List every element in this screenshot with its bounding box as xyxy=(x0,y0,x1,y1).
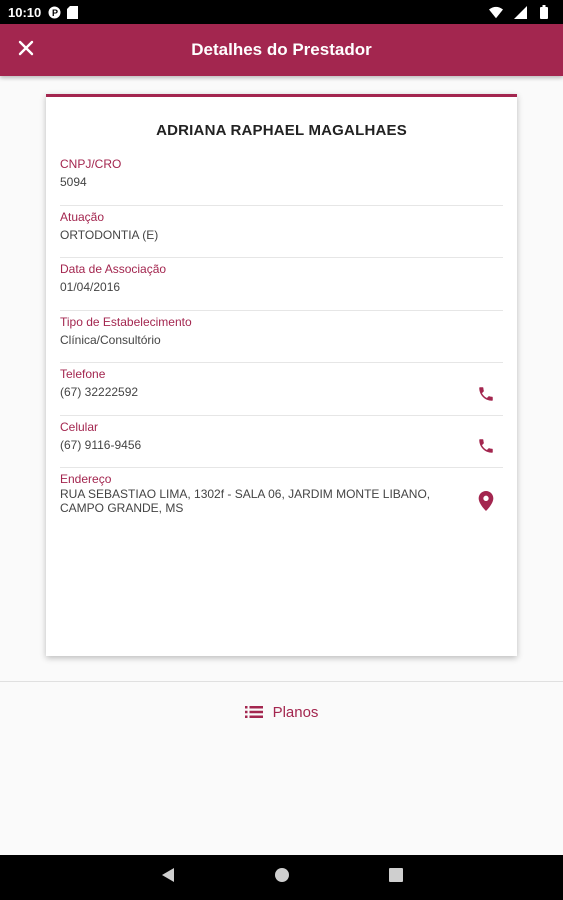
battery-icon xyxy=(537,5,551,19)
svg-text:P: P xyxy=(52,8,58,18)
field-value: Clínica/Consultório xyxy=(60,332,161,347)
field-value: RUA SEBASTIAO LIMA, 1302f - SALA 06, JAR… xyxy=(60,487,431,515)
field-value: (67) 32222592 xyxy=(60,385,139,399)
back-button[interactable] xyxy=(157,867,179,889)
field-tipo-estabelecimento: Tipo de Estabelecimento Clínica/Consultó… xyxy=(60,311,503,363)
provider-name: ADRIANA RAPHAEL MAGALHAES xyxy=(156,122,407,139)
system-nav-bar xyxy=(0,855,563,900)
phone-icon xyxy=(477,385,495,408)
signal-icon xyxy=(513,5,527,19)
field-label: Data de Associação xyxy=(60,262,167,276)
notification-p-icon: P xyxy=(47,5,61,19)
recents-square-icon xyxy=(388,868,403,887)
phone-icon xyxy=(477,437,495,460)
call-telefone-button[interactable] xyxy=(473,383,499,409)
field-label: Endereço xyxy=(60,472,112,486)
list-icon xyxy=(244,705,263,719)
home-button[interactable] xyxy=(271,867,293,889)
field-label: Atuação xyxy=(60,209,105,224)
planos-label: Planos xyxy=(272,703,319,721)
app-bar: Detalhes do Prestador xyxy=(0,24,563,76)
field-celular: Celular (67) 9116-9456 xyxy=(60,416,503,468)
divider xyxy=(0,681,563,682)
page-title: Detalhes do Prestador xyxy=(191,40,372,59)
field-atuacao: Atuação ORTODONTIA (E) xyxy=(60,206,503,258)
status-bar: 10:10 P xyxy=(0,0,563,24)
field-value: 01/04/2016 xyxy=(60,280,121,294)
recents-button[interactable] xyxy=(385,867,407,889)
field-telefone: Telefone (67) 32222592 xyxy=(60,363,503,416)
status-time: 10:10 xyxy=(8,4,42,20)
field-label: CNPJ/CRO xyxy=(60,157,122,171)
field-label: Telefone xyxy=(60,367,106,381)
field-value: 5094 xyxy=(60,175,87,189)
sd-card-icon xyxy=(65,5,79,19)
close-button[interactable] xyxy=(0,24,52,76)
close-icon xyxy=(18,40,34,61)
field-endereco: Endereço RUA SEBASTIAO LIMA, 1302f - SAL… xyxy=(60,468,503,515)
field-value: (67) 9116-9456 xyxy=(60,437,142,452)
call-celular-button[interactable] xyxy=(473,436,499,462)
location-pin-icon xyxy=(478,490,494,516)
provider-card: ADRIANA RAPHAEL MAGALHAES CNPJ/CRO 5094 … xyxy=(46,94,517,656)
field-label: Tipo de Estabelecimento xyxy=(60,314,192,329)
field-data-associacao: Data de Associação 01/04/2016 xyxy=(60,258,503,311)
field-value: ORTODONTIA (E) xyxy=(60,227,159,242)
planos-button[interactable]: Planos xyxy=(0,698,563,726)
back-triangle-icon xyxy=(161,867,175,888)
field-label: Celular xyxy=(60,419,99,434)
open-map-button[interactable] xyxy=(473,490,499,516)
provider-fields: CNPJ/CRO 5094 Atuação ORTODONTIA (E) Dat… xyxy=(60,153,503,515)
wifi-icon xyxy=(489,5,503,19)
field-cnpj-cro: CNPJ/CRO 5094 xyxy=(60,153,503,206)
home-circle-icon xyxy=(274,867,290,888)
